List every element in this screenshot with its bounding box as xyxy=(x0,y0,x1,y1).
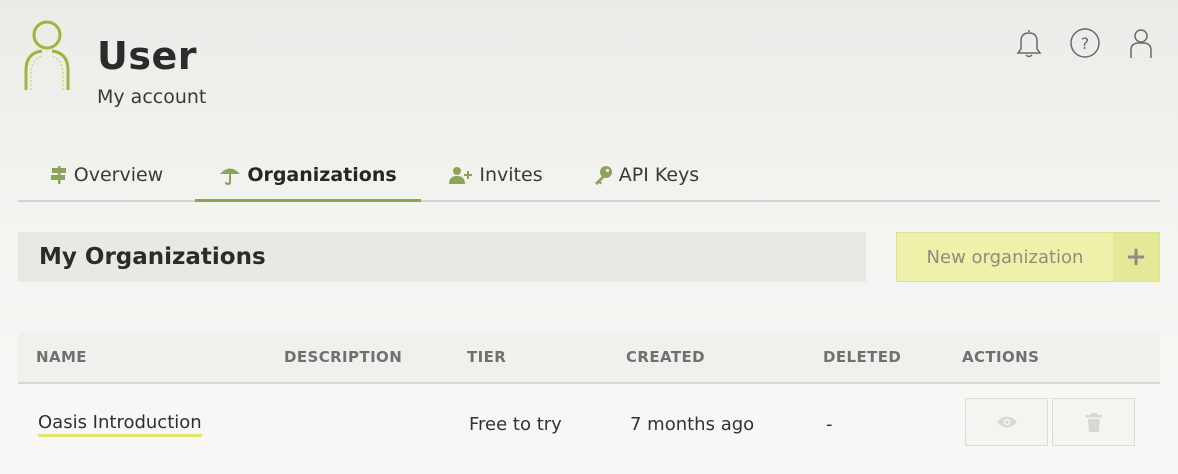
eye-icon xyxy=(996,416,1017,428)
plus-icon: + xyxy=(1113,233,1159,281)
key-icon xyxy=(593,165,613,185)
trash-icon xyxy=(1085,412,1102,432)
org-created-cell: 7 months ago xyxy=(630,413,755,435)
page-subtitle: My account xyxy=(97,86,207,108)
tab-api-keys[interactable]: API Keys xyxy=(571,150,721,200)
user-icon[interactable] xyxy=(1124,26,1158,60)
svg-text:?: ? xyxy=(1081,34,1090,53)
column-header-created[interactable]: CREATED xyxy=(626,332,705,382)
page-header: User My account ? xyxy=(18,18,1158,118)
new-organization-button[interactable]: New organization + xyxy=(896,232,1160,282)
table-header: NAME DESCRIPTION TIER CREATED DELETED AC… xyxy=(18,332,1160,384)
tab-label: Overview xyxy=(73,164,164,186)
column-header-name[interactable]: NAME xyxy=(36,332,87,382)
tab-overview[interactable]: Overview xyxy=(18,150,195,200)
tab-invites[interactable]: Invites xyxy=(421,150,571,200)
section-header: My Organizations xyxy=(18,232,866,282)
column-header-tier[interactable]: TIER xyxy=(467,332,506,382)
org-deleted-cell: - xyxy=(826,413,833,435)
view-button[interactable] xyxy=(965,398,1048,446)
new-organization-label: New organization xyxy=(926,246,1084,268)
umbrella-icon xyxy=(219,165,241,185)
tab-label: Invites xyxy=(479,164,543,186)
org-name-cell: Oasis Introduction xyxy=(38,386,202,462)
column-header-actions: ACTIONS xyxy=(962,348,1040,366)
signpost-icon xyxy=(50,165,68,185)
org-tier-cell: Free to try xyxy=(469,413,562,435)
delete-button[interactable] xyxy=(1052,398,1135,446)
table-row: Oasis Introduction Free to try 7 months … xyxy=(18,386,1160,462)
tab-label: Organizations xyxy=(247,164,397,186)
org-name-link[interactable]: Oasis Introduction xyxy=(38,412,202,437)
bell-icon[interactable] xyxy=(1012,26,1046,60)
section-title: My Organizations xyxy=(39,244,266,270)
help-icon[interactable]: ? xyxy=(1068,26,1102,60)
column-header-description[interactable]: DESCRIPTION xyxy=(284,332,402,382)
tab-organizations[interactable]: Organizations xyxy=(195,150,421,202)
user-avatar-icon xyxy=(24,20,70,90)
tab-bar: Overview Organizations Invites API Keys xyxy=(18,150,1160,202)
top-icon-bar: ? xyxy=(1012,26,1158,60)
tab-label: API Keys xyxy=(618,164,700,186)
user-plus-icon xyxy=(449,166,473,184)
column-header-deleted[interactable]: DELETED xyxy=(823,332,901,382)
page-title: User xyxy=(97,34,197,78)
